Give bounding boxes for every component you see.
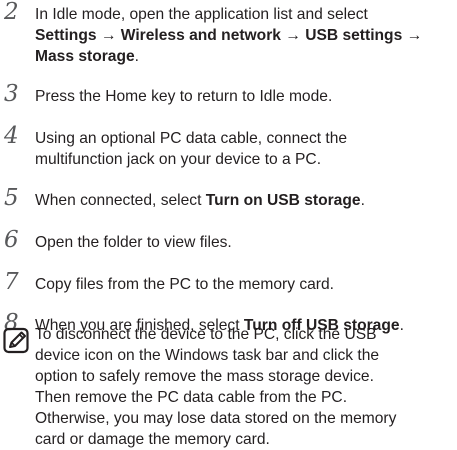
step-text: Press the Home key to return to Idle mod… — [35, 86, 453, 107]
step-line: multifunction jack on your device to a P… — [35, 149, 453, 170]
step-text: Open the folder to view files. — [35, 232, 453, 253]
step-line: Using an optional PC data cable, connect… — [35, 128, 453, 149]
step-line: When connected, select Turn on USB stora… — [35, 190, 453, 211]
menu-path-text: Mass storage — [35, 48, 135, 65]
step-line: Mass storage. — [35, 46, 453, 67]
step-line: Open the folder to view files. — [35, 232, 453, 253]
step-text: When connected, select Turn on USB stora… — [35, 190, 453, 211]
step-line: Copy files from the PC to the memory car… — [35, 274, 453, 295]
step-segment: When connected, select — [35, 192, 206, 209]
note-text: To disconnect the device to the PC, clic… — [35, 324, 455, 450]
menu-path-text: Settings → Wireless and network → USB se… — [35, 27, 423, 44]
step-text: Copy files from the PC to the memory car… — [35, 274, 453, 295]
step-segment: . — [134, 48, 140, 65]
step-number: 5 — [4, 185, 19, 211]
step-text: In Idle mode, open the application list … — [35, 4, 453, 67]
note-line: card or damage the memory card. — [35, 431, 270, 448]
note-line: option to safely remove the mass storage… — [35, 368, 374, 385]
menu-path-text: Turn on USB storage — [205, 192, 361, 209]
step-line: Settings → Wireless and network → USB se… — [35, 25, 453, 46]
step-number: 3 — [4, 81, 19, 107]
note-line: To disconnect the device to the PC, clic… — [35, 326, 377, 343]
step-number: 4 — [4, 123, 19, 149]
step-number: 2 — [4, 0, 19, 25]
step-segment: Copy files from the PC to the memory car… — [35, 276, 334, 293]
note-line: Then remove the PC data cable from the P… — [35, 389, 348, 406]
step-line: Press the Home key to return to Idle mod… — [35, 86, 453, 107]
step-segment: multifunction jack on your device to a P… — [35, 151, 322, 168]
manual-page: 2 In Idle mode, open the application list… — [0, 0, 457, 448]
note-pencil-icon — [3, 327, 29, 354]
note-line: Otherwise, you may lose data stored on t… — [35, 410, 397, 427]
step-number: 7 — [4, 269, 19, 295]
step-segment: Open the folder to view files. — [35, 234, 232, 251]
step-segment: . — [360, 192, 365, 209]
step-segment: Using an optional PC data cable, connect… — [35, 130, 348, 147]
note-line: device icon on the Windows task bar and … — [35, 347, 380, 364]
step-line: In Idle mode, open the application list … — [35, 4, 453, 25]
step-text: Using an optional PC data cable, connect… — [35, 128, 453, 170]
step-number: 6 — [4, 227, 19, 253]
step-segment: Press the Home key to return to Idle mod… — [35, 88, 333, 105]
step-segment: In Idle mode, open the application list … — [35, 6, 368, 23]
